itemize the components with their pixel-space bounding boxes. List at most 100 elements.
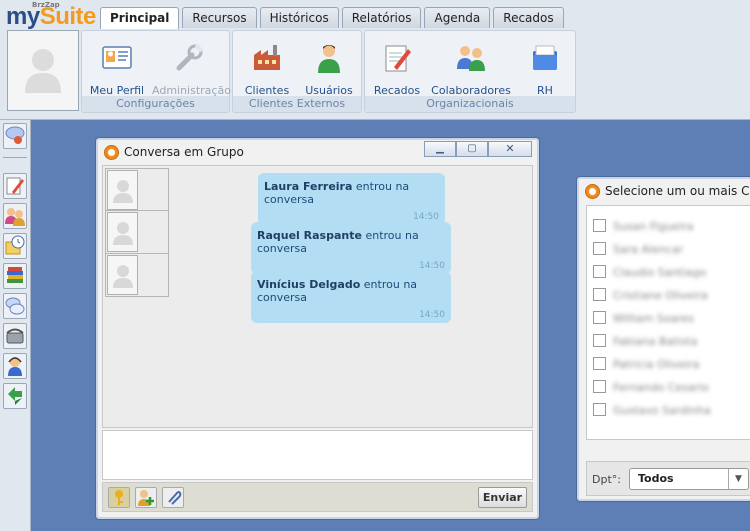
rh-button[interactable]: RH <box>519 41 571 97</box>
chat-list-button[interactable] <box>3 123 27 149</box>
app-header: BrzZap mySuite Principal Recursos Histór… <box>0 0 750 120</box>
group-label-organizacionais: Organizacionais <box>365 96 575 112</box>
books-icon <box>7 267 23 283</box>
notepad-icon <box>6 177 24 195</box>
avatar-placeholder-icon <box>113 180 133 203</box>
main-tabs: Principal Recursos Históricos Relatórios… <box>100 7 564 29</box>
notepad-icon <box>385 45 411 72</box>
collaborator-checkbox[interactable] <box>593 380 606 393</box>
minimize-button[interactable]: ▁ <box>424 141 456 157</box>
message-input[interactable] <box>102 430 533 480</box>
tab-recursos[interactable]: Recursos <box>182 7 257 28</box>
chat-message: Laura Ferreira entrou na conversa 14:50 <box>258 173 445 225</box>
colaboradores-button[interactable]: Colaboradores <box>431 41 511 97</box>
group-users-button[interactable] <box>3 203 27 229</box>
app-refresh-icon <box>104 145 119 160</box>
tab-recados[interactable]: Recados <box>493 7 564 28</box>
chat-user-icon <box>5 126 25 144</box>
group-label-clientes-externos: Clientes Externos <box>233 96 361 112</box>
headset-user-icon <box>8 357 22 376</box>
collaborator-checkbox[interactable] <box>593 242 606 255</box>
collaborator-checkbox[interactable] <box>593 265 606 278</box>
collaborator-name: Gustavo Sardinha <box>613 404 711 417</box>
collaborator-checkbox[interactable] <box>593 219 606 232</box>
speech-bubbles-icon <box>5 297 25 315</box>
group-configuracoes: Meu Perfil Administração Configurações <box>81 30 231 113</box>
users-icon <box>457 46 485 71</box>
logo-my: my <box>6 3 40 30</box>
ribbon: Meu Perfil Administração Configurações C… <box>3 28 747 116</box>
participant-avatar <box>107 212 138 252</box>
sync-arrows-icon <box>8 387 22 405</box>
participant-item[interactable] <box>105 254 169 297</box>
collaborator-name: Patricia Oliveira <box>613 358 700 371</box>
logo-suite: Suite <box>39 3 97 30</box>
collab-titlebar[interactable]: Selecione um ou mais Colab <box>580 180 750 202</box>
department-filter-bar: Dpt°: Todos ▼ <box>586 461 750 496</box>
users-icon <box>5 208 25 226</box>
recados-button[interactable]: Recados <box>371 41 423 97</box>
maximize-button[interactable]: ▢ <box>456 141 488 157</box>
collaborator-checkbox[interactable] <box>593 357 606 370</box>
participants-list <box>105 168 169 297</box>
group-organizacionais: Recados Colaboradores RH Organizacionais <box>364 30 576 113</box>
collaborator-name: William Soares <box>613 312 695 325</box>
collaborator-name: Cristiane Oliveira <box>613 289 708 302</box>
send-button[interactable]: Enviar <box>478 487 527 508</box>
user-avatar[interactable] <box>7 30 79 111</box>
chevron-down-icon: ▼ <box>728 469 748 489</box>
phone-button[interactable] <box>3 323 27 349</box>
chat-messages-area: Laura Ferreira entrou na conversa 14:50 … <box>102 165 533 428</box>
tab-relatorios[interactable]: Relatórios <box>341 7 422 28</box>
attach-button[interactable] <box>162 487 184 508</box>
schedule-button[interactable] <box>3 233 27 259</box>
participant-item[interactable] <box>105 168 169 211</box>
collaborator-name: Claudio Santiago <box>613 266 707 279</box>
participant-item[interactable] <box>105 211 169 254</box>
collab-window-title: Selecione um ou mais Colab <box>605 184 750 198</box>
participant-avatar <box>107 255 138 295</box>
collaborator-checkbox[interactable] <box>593 311 606 324</box>
avatar-placeholder-icon <box>25 49 61 93</box>
chat-message: Raquel Raspante entrou na conversa 14:50 <box>251 222 451 274</box>
message-sender: Laura Ferreira <box>264 180 353 193</box>
collaborator-checkbox[interactable] <box>593 334 606 347</box>
select-collaborators-window: Selecione um ou mais Colab Susan Figueir… <box>576 176 750 502</box>
calendar-clock-icon <box>5 235 25 255</box>
key-button[interactable] <box>108 487 130 508</box>
sync-button[interactable] <box>3 383 27 409</box>
toolbar-separator <box>3 157 27 159</box>
support-button[interactable] <box>3 353 27 379</box>
close-button[interactable]: ✕ <box>488 141 532 157</box>
meu-perfil-button[interactable]: Meu Perfil <box>87 41 147 97</box>
key-icon <box>115 490 123 505</box>
collaborator-checkbox[interactable] <box>593 288 606 301</box>
chat-footer-toolbar: Enviar <box>102 482 533 512</box>
chat-titlebar[interactable]: Conversa em Grupo ▁ ▢ ✕ <box>99 141 536 163</box>
tab-principal[interactable]: Principal <box>100 7 180 29</box>
department-label: Dpt°: <box>592 473 621 486</box>
books-button[interactable] <box>3 263 27 289</box>
app-refresh-icon <box>585 184 600 199</box>
tab-historicos[interactable]: Históricos <box>259 7 339 28</box>
user-icon <box>318 45 340 73</box>
add-participant-button[interactable] <box>135 487 157 508</box>
wrench-icon <box>176 43 204 71</box>
messages-button[interactable] <box>3 293 27 319</box>
collaborator-name: Fernando Cesario <box>613 381 709 394</box>
clientes-button[interactable]: Clientes <box>241 41 293 97</box>
chat-message: Vinícius Delgado entrou na conversa 14:5… <box>251 271 451 323</box>
profile-card-icon <box>102 46 132 69</box>
department-select[interactable]: Todos ▼ <box>629 468 749 490</box>
message-sender: Vinícius Delgado <box>257 278 361 291</box>
avatar-placeholder-icon <box>113 265 133 288</box>
department-selected-value: Todos <box>638 472 674 485</box>
collaborator-checkbox[interactable] <box>593 403 606 416</box>
group-label-configuracoes: Configurações <box>82 96 229 112</box>
usuarios-button[interactable]: Usuários <box>303 41 355 97</box>
avatar-placeholder-icon <box>113 222 133 245</box>
message-sender: Raquel Raspante <box>257 229 362 242</box>
administracao-button[interactable]: Administração <box>152 41 231 97</box>
notes-button[interactable] <box>3 173 27 199</box>
tab-agenda[interactable]: Agenda <box>424 7 491 28</box>
